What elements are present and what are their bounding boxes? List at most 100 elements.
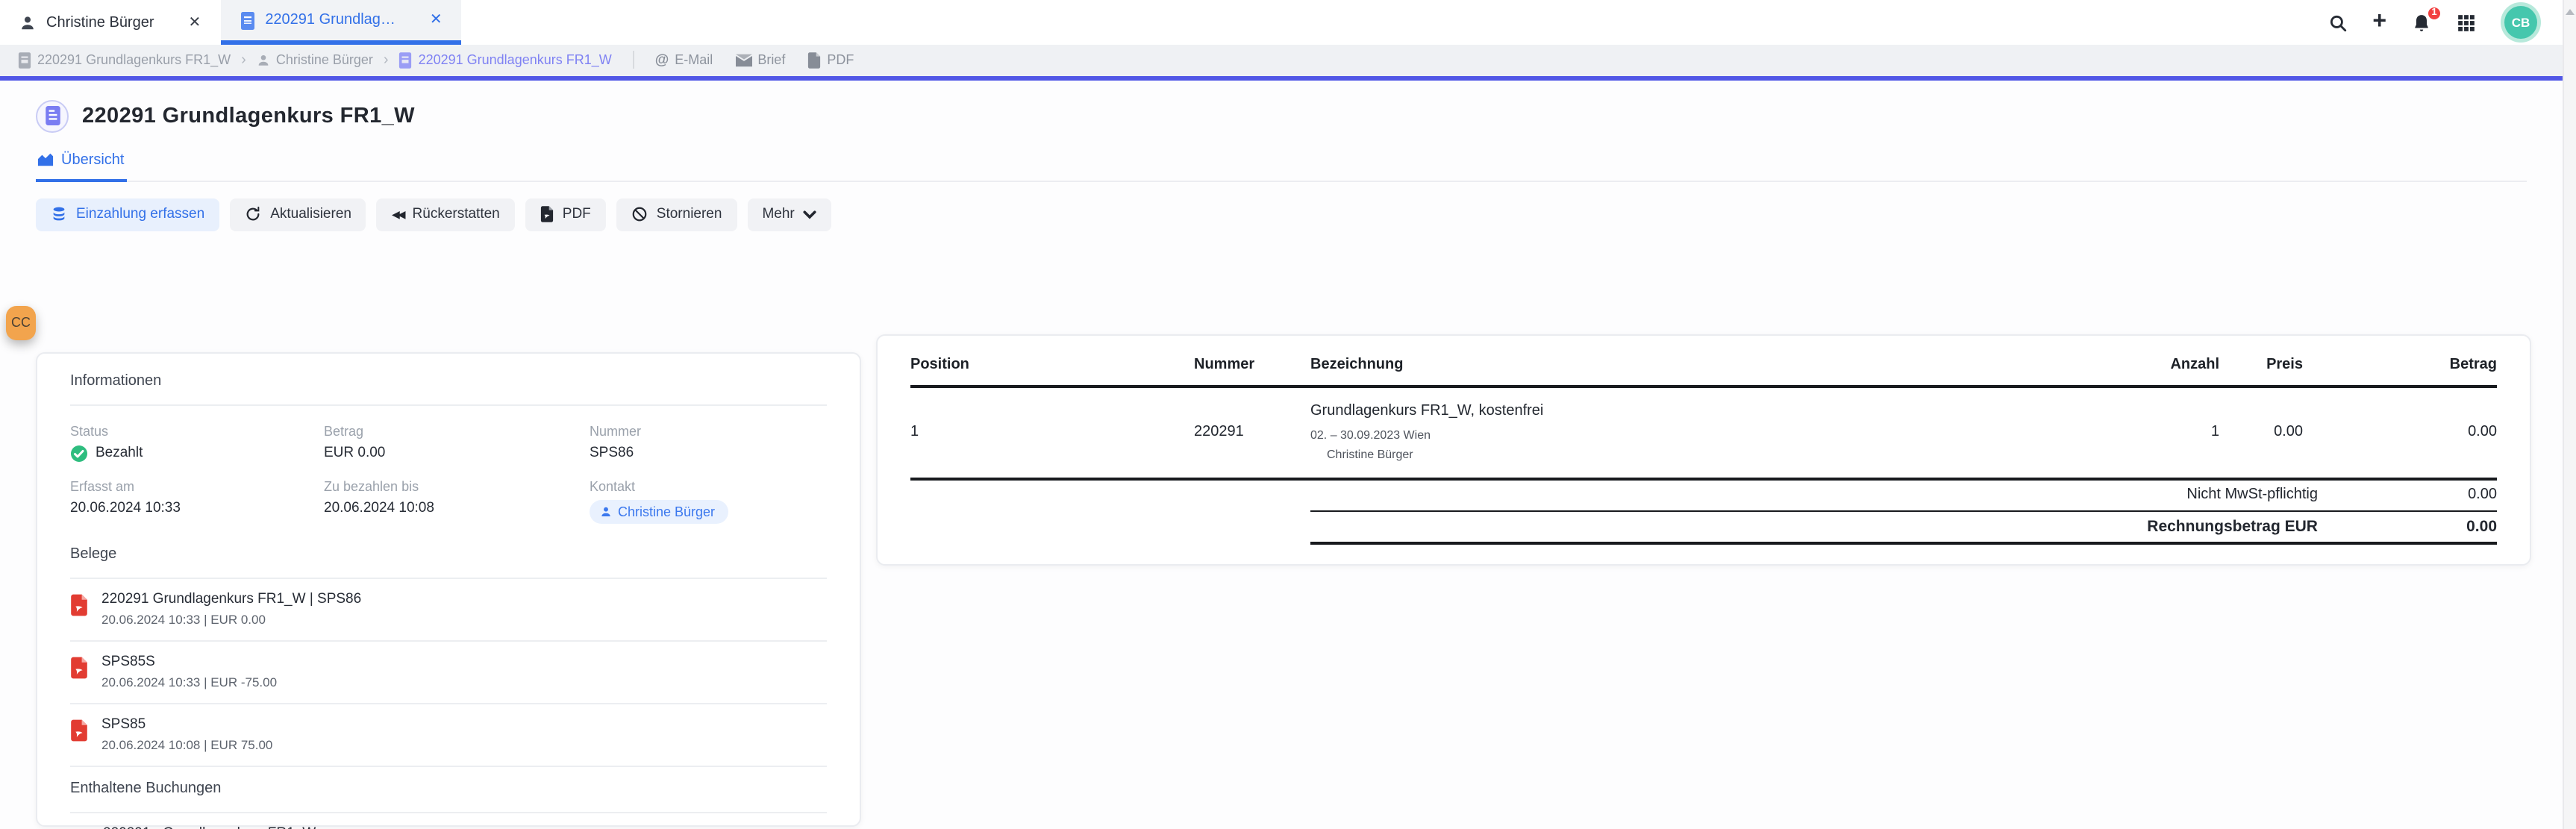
email-action-label: E-Mail bbox=[675, 53, 713, 68]
pdf-button[interactable]: PDF bbox=[525, 198, 606, 231]
rewind-icon: ◀◀ bbox=[392, 208, 404, 220]
summary-row-mwst: Nicht MwSt-pflichtig 0.00 bbox=[1310, 480, 2497, 511]
breadcrumb-item-person[interactable]: Christine Bürger bbox=[257, 53, 373, 68]
column-header-nummer: Nummer bbox=[1194, 335, 1310, 384]
pdf-action[interactable]: PDF bbox=[807, 52, 854, 69]
summary-value: 0.00 bbox=[2318, 487, 2497, 503]
field-nummer: Nummer SPS86 bbox=[590, 423, 827, 462]
beleg-title: 220291 Grundlagenkurs FR1_W | SPS86 bbox=[101, 590, 361, 607]
button-label: Stornieren bbox=[657, 206, 722, 222]
summary-total-label: Rechnungsbetrag EUR bbox=[1310, 517, 2318, 535]
column-header-betrag: Betrag bbox=[2303, 335, 2497, 384]
beleg-title: SPS85S bbox=[101, 653, 277, 669]
apps-grid-icon[interactable] bbox=[2457, 13, 2476, 32]
cell-nummer: 220291 bbox=[1194, 423, 1310, 439]
page-header: 220291 Grundlagenkurs FR1_W Übersicht bbox=[0, 80, 2563, 181]
main-column: Christine Bürger ✕ 220291 Grundlag… ✕ + … bbox=[0, 0, 2563, 829]
person-icon bbox=[257, 54, 270, 67]
invoice-table-header: Position Nummer Bezeichnung Anzahl Preis… bbox=[910, 335, 2497, 387]
nummer-value: SPS86 bbox=[590, 444, 827, 462]
field-label: Zu bezahlen bis bbox=[324, 478, 590, 493]
chevron-down-icon bbox=[804, 210, 817, 219]
column-header-anzahl: Anzahl bbox=[2070, 335, 2219, 384]
brief-action[interactable]: Brief bbox=[735, 53, 785, 68]
tab-christine-buerger[interactable]: Christine Bürger ✕ bbox=[0, 0, 220, 45]
brief-action-label: Brief bbox=[757, 53, 785, 68]
scrollbar[interactable] bbox=[2563, 0, 2576, 829]
ban-icon bbox=[631, 206, 648, 222]
info-fields: Status Bezahlt Betrag EUR 0.00 Nu bbox=[70, 405, 827, 542]
kontakt-chip-label: Christine Bürger bbox=[618, 504, 715, 519]
kontakt-chip[interactable]: Christine Bürger bbox=[590, 499, 728, 523]
close-icon[interactable]: ✕ bbox=[430, 12, 443, 28]
invoice-table-row: 1 220291 Grundlagenkurs FR1_W, kostenfre… bbox=[910, 387, 2497, 480]
cc-widget-badge[interactable]: CC bbox=[6, 305, 36, 340]
document-icon bbox=[399, 52, 413, 69]
refresh-icon bbox=[245, 206, 261, 222]
pdf-file-icon bbox=[70, 593, 88, 616]
invoice-table-card: Position Nummer Bezeichnung Anzahl Preis… bbox=[876, 334, 2531, 565]
einzahlung-erfassen-button[interactable]: Einzahlung erfassen bbox=[36, 198, 219, 231]
field-zu-bezahlen-bis: Zu bezahlen bis 20.06.2024 10:08 bbox=[324, 478, 590, 523]
scroll-up-icon[interactable] bbox=[2566, 9, 2575, 15]
status-value: Bezahlt bbox=[96, 445, 143, 461]
search-icon[interactable] bbox=[2328, 13, 2347, 32]
chart-icon bbox=[37, 152, 54, 167]
notifications-bell-icon[interactable]: 1 bbox=[2412, 13, 2431, 32]
notification-count-badge: 1 bbox=[2427, 5, 2442, 20]
column-header-bezeichnung: Bezeichnung bbox=[1310, 335, 2070, 384]
beleg-item[interactable]: SPS85S 20.06.2024 10:33 | EUR -75.00 bbox=[70, 641, 827, 702]
aktualisieren-button[interactable]: Aktualisieren bbox=[230, 198, 366, 231]
toolbar: Einzahlung erfassen Aktualisieren ◀◀ Rüc… bbox=[0, 181, 2563, 231]
stornieren-button[interactable]: Stornieren bbox=[616, 198, 737, 231]
topbar-actions: + 1 CB bbox=[2328, 0, 2563, 45]
at-icon: @ bbox=[655, 52, 669, 69]
column-header-preis: Preis bbox=[2219, 335, 2303, 384]
window-tab-bar: Christine Bürger ✕ 220291 Grundlag… ✕ + … bbox=[0, 0, 2563, 45]
field-label: Erfasst am bbox=[70, 478, 324, 493]
cell-anzahl: 1 bbox=[2070, 423, 2219, 439]
avatar[interactable]: CB bbox=[2504, 6, 2537, 39]
breadcrumb-item-kurs[interactable]: 220291 Grundlagenkurs FR1_W bbox=[18, 52, 231, 69]
tab-220291-grundlagenkurs[interactable]: 220291 Grundlag… ✕ bbox=[220, 0, 461, 45]
zahlen-value: 20.06.2024 10:08 bbox=[324, 499, 590, 517]
tab-uebersicht[interactable]: Übersicht bbox=[36, 151, 128, 181]
betrag-value: EUR 0.00 bbox=[324, 444, 590, 462]
bezeichnung-teilnehmer: Christine Bürger bbox=[1310, 447, 2070, 460]
breadcrumb-label: Christine Bürger bbox=[276, 53, 373, 68]
button-label: Mehr bbox=[762, 206, 794, 222]
tab-uebersicht-label: Übersicht bbox=[61, 151, 125, 168]
cell-bezeichnung: Grundlagenkurs FR1_W, kostenfrei 02. – 3… bbox=[1310, 402, 2070, 460]
info-card-title: Informationen bbox=[70, 353, 827, 404]
field-label: Kontakt bbox=[590, 478, 827, 493]
tab-label: 220291 Grundlag… bbox=[265, 12, 396, 28]
breadcrumb-label: 220291 Grundlagenkurs FR1_W bbox=[37, 53, 231, 68]
invoice-summary: Nicht MwSt-pflichtig 0.00 Rechnungsbetra… bbox=[1310, 480, 2497, 544]
email-action[interactable]: @ E-Mail bbox=[655, 52, 713, 69]
pdf-file-icon bbox=[540, 206, 554, 222]
rueckerstatten-button[interactable]: ◀◀ Rückerstatten bbox=[377, 198, 515, 231]
person-icon bbox=[600, 505, 612, 517]
breadcrumb-item-current[interactable]: 220291 Grundlagenkurs FR1_W bbox=[399, 52, 612, 69]
pdf-file-icon bbox=[70, 656, 88, 678]
beleg-subtitle: 20.06.2024 10:33 | EUR -75.00 bbox=[101, 674, 277, 689]
buchungen-title: Enthaltene Buchungen bbox=[70, 766, 827, 811]
bezeichnung-title: Grundlagenkurs FR1_W, kostenfrei bbox=[1310, 402, 2070, 419]
divider bbox=[633, 51, 634, 69]
field-kontakt: Kontakt Christine Bürger bbox=[590, 478, 827, 523]
add-icon[interactable]: + bbox=[2372, 10, 2386, 34]
mehr-button[interactable]: Mehr bbox=[747, 198, 831, 231]
button-label: PDF bbox=[563, 206, 591, 222]
cell-position: 1 bbox=[910, 423, 1194, 439]
close-icon[interactable]: ✕ bbox=[189, 14, 201, 31]
beleg-item[interactable]: 220291 Grundlagenkurs FR1_W | SPS86 20.0… bbox=[70, 578, 827, 639]
page-title: 220291 Grundlagenkurs FR1_W bbox=[82, 104, 415, 128]
breadcrumb-label: 220291 Grundlagenkurs FR1_W bbox=[419, 53, 612, 68]
button-label: Rückerstatten bbox=[413, 206, 500, 222]
document-icon bbox=[240, 11, 254, 29]
beleg-item[interactable]: SPS85 20.06.2024 10:08 | EUR 75.00 bbox=[70, 704, 827, 765]
app-window: Christine Bürger ✕ 220291 Grundlag… ✕ + … bbox=[0, 0, 2576, 829]
buchung-item[interactable]: 220291 - Grundlagenkurs FR1_W 25.07.2023… bbox=[70, 813, 827, 829]
pdf-action-label: PDF bbox=[827, 53, 854, 68]
chevron-right-icon: › bbox=[241, 52, 246, 69]
